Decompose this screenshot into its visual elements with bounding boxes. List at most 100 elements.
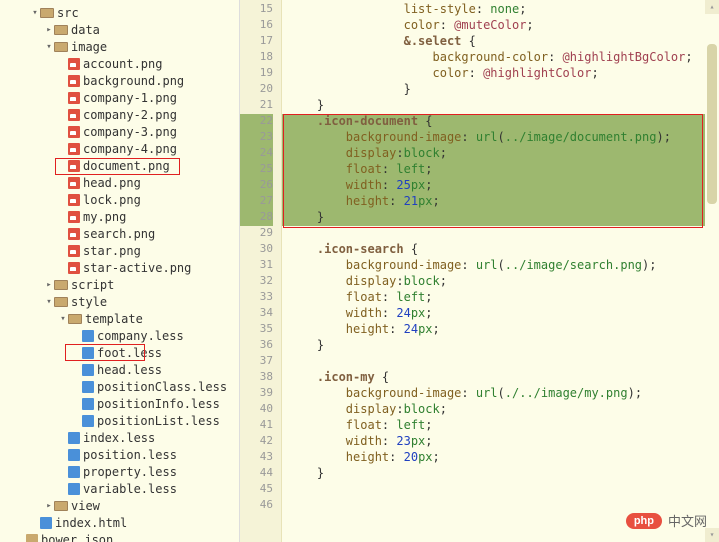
tree-item[interactable]: script	[0, 276, 239, 293]
line-number: 43	[240, 450, 273, 466]
tree-item-label: company.less	[97, 329, 184, 343]
code-line[interactable]: }	[282, 210, 705, 226]
expand-arrow-icon[interactable]	[30, 8, 40, 18]
code-line[interactable]: .icon-my {	[282, 370, 705, 386]
tree-item[interactable]: view	[0, 497, 239, 514]
folder-open-icon	[54, 297, 68, 307]
code-line[interactable]: }	[282, 98, 705, 114]
tree-item[interactable]: image	[0, 38, 239, 55]
tree-item[interactable]: company.less	[0, 327, 239, 344]
code-line[interactable]: display:block;	[282, 402, 705, 418]
folder-closed-icon	[54, 501, 68, 511]
code-line[interactable]: background-image: url(../image/search.pn…	[282, 258, 705, 274]
code-line[interactable]: width: 24px;	[282, 306, 705, 322]
tree-item-label: positionClass.less	[97, 380, 227, 394]
tree-item[interactable]: company-4.png	[0, 140, 239, 157]
tree-item[interactable]: company-1.png	[0, 89, 239, 106]
code-line[interactable]: list-style: none;	[282, 2, 705, 18]
code-line[interactable]	[282, 226, 705, 242]
code-line[interactable]: float: left;	[282, 418, 705, 434]
file-less-icon	[82, 381, 94, 393]
tree-item[interactable]: variable.less	[0, 480, 239, 497]
tree-item-label: background.png	[83, 74, 184, 88]
file-img-icon	[68, 160, 80, 172]
expand-arrow-icon[interactable]	[58, 314, 68, 324]
file-tree[interactable]: srcdataimageaccount.pngbackground.pngcom…	[0, 0, 240, 542]
line-number: 36	[240, 338, 273, 354]
tree-item[interactable]: company-2.png	[0, 106, 239, 123]
tree-item[interactable]: template	[0, 310, 239, 327]
code-line[interactable]: }	[282, 82, 705, 98]
tree-item[interactable]: star-active.png	[0, 259, 239, 276]
code-line[interactable]: }	[282, 338, 705, 354]
code-line[interactable]: background-image: url(../image/document.…	[282, 130, 705, 146]
code-line[interactable]: display:block;	[282, 146, 705, 162]
code-editor[interactable]: 1516171819202122232425262728293031323334…	[240, 0, 719, 542]
tree-item[interactable]: head.png	[0, 174, 239, 191]
line-number: 30	[240, 242, 273, 258]
line-number: 33	[240, 290, 273, 306]
scroll-down-button[interactable]: ▾	[705, 528, 719, 542]
expand-arrow-icon[interactable]	[44, 297, 54, 307]
file-html-icon	[40, 517, 52, 529]
expand-arrow-icon[interactable]	[44, 280, 54, 290]
code-line[interactable]: height: 21px;	[282, 194, 705, 210]
code-line[interactable]: }	[282, 466, 705, 482]
folder-open-icon	[54, 25, 68, 35]
file-less-icon	[82, 364, 94, 376]
tree-item[interactable]: positionInfo.less	[0, 395, 239, 412]
scroll-thumb[interactable]	[707, 44, 717, 204]
folder-open-icon	[68, 314, 82, 324]
tree-item[interactable]: positionList.less	[0, 412, 239, 429]
code-line[interactable]: background-color: @highlightBgColor;	[282, 50, 705, 66]
code-line[interactable]: float: left;	[282, 162, 705, 178]
code-line[interactable]: display:block;	[282, 274, 705, 290]
code-line[interactable]: float: left;	[282, 290, 705, 306]
tree-item[interactable]: style	[0, 293, 239, 310]
tree-item[interactable]: index.less	[0, 429, 239, 446]
code-line[interactable]: height: 20px;	[282, 450, 705, 466]
tree-item[interactable]: foot.less	[0, 344, 239, 361]
tree-item[interactable]: data	[0, 21, 239, 38]
tree-item[interactable]: my.png	[0, 208, 239, 225]
tree-item-label: data	[71, 23, 100, 37]
code-area[interactable]: list-style: none; color: @muteColor; &.s…	[282, 0, 705, 542]
tree-item[interactable]: property.less	[0, 463, 239, 480]
scroll-up-button[interactable]: ▴	[705, 0, 719, 14]
vertical-scrollbar[interactable]: ▴ ▾	[705, 0, 719, 542]
code-line[interactable]	[282, 482, 705, 498]
tree-item[interactable]: company-3.png	[0, 123, 239, 140]
expand-arrow-icon[interactable]	[44, 501, 54, 511]
tree-item[interactable]: search.png	[0, 225, 239, 242]
code-line[interactable]	[282, 354, 705, 370]
tree-item[interactable]: star.png	[0, 242, 239, 259]
code-line[interactable]: background-image: url(./../image/my.png)…	[282, 386, 705, 402]
code-line[interactable]: .icon-search {	[282, 242, 705, 258]
tree-item[interactable]: head.less	[0, 361, 239, 378]
code-line[interactable]: height: 24px;	[282, 322, 705, 338]
code-line[interactable]: width: 25px;	[282, 178, 705, 194]
line-number: 41	[240, 418, 273, 434]
tree-item[interactable]: account.png	[0, 55, 239, 72]
scroll-track[interactable]	[705, 14, 719, 528]
tree-item[interactable]: index.html	[0, 514, 239, 531]
expand-arrow-icon[interactable]	[44, 25, 54, 35]
tree-item[interactable]: document.png	[0, 157, 239, 174]
tree-item[interactable]: positionClass.less	[0, 378, 239, 395]
code-line[interactable]: width: 23px;	[282, 434, 705, 450]
code-line[interactable]: .icon-document {	[282, 114, 705, 130]
tree-item-label: company-2.png	[83, 108, 177, 122]
code-line[interactable]: color: @muteColor;	[282, 18, 705, 34]
tree-item[interactable]: position.less	[0, 446, 239, 463]
expand-arrow-icon[interactable]	[44, 42, 54, 52]
line-number: 18	[240, 50, 273, 66]
line-number: 44	[240, 466, 273, 482]
tree-item[interactable]: bower.json	[0, 531, 239, 542]
tree-item[interactable]: lock.png	[0, 191, 239, 208]
code-line[interactable]: &.select {	[282, 34, 705, 50]
code-line[interactable]: color: @highlightColor;	[282, 66, 705, 82]
tree-item[interactable]: src	[0, 4, 239, 21]
tree-item-label: head.png	[83, 176, 141, 190]
tree-item[interactable]: background.png	[0, 72, 239, 89]
file-img-icon	[68, 58, 80, 70]
